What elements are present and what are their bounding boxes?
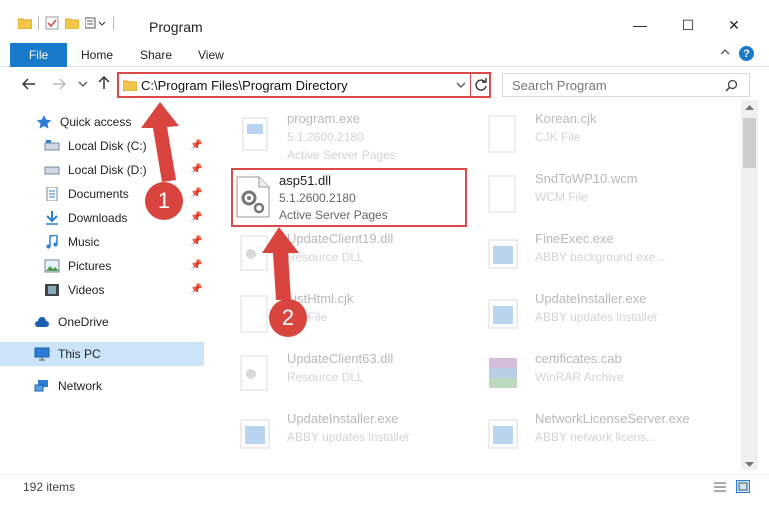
arrow-1 (141, 102, 179, 182)
callout-badge-2: 2 (269, 299, 307, 337)
callout-badge-1: 1 (145, 182, 183, 220)
arrow-2 (262, 227, 299, 300)
annotation-overlay (141, 102, 299, 300)
